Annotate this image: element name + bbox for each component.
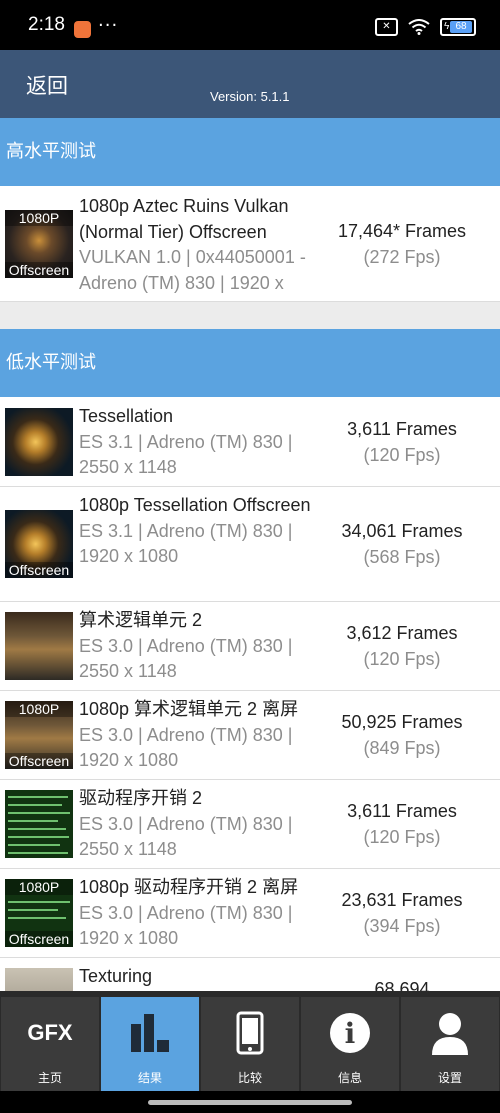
nav-home[interactable]: GFX 主页 (1, 997, 99, 1091)
test-subtitle: ES 3.1 | Adreno (TM) 830 | 2550 x 1148 (79, 431, 293, 478)
test-fps: (272 Fps) (363, 246, 441, 267)
test-row-driver-overhead-offscreen[interactable]: 1080P Offscreen 1080p 驱动程序开销 2 离屏 ES 3.0… (0, 869, 500, 958)
gesture-bar (0, 1091, 500, 1113)
test-info: 算术逻辑单元 2 ES 3.0 | Adreno (TM) 830 | 2550… (79, 608, 324, 685)
test-fps: (394 Fps) (363, 915, 441, 936)
alu-offscreen-thumbnail: 1080P Offscreen (5, 701, 73, 769)
bottom-nav: GFX 主页 结果 比较 i 信息 设置 (0, 991, 500, 1091)
nav-settings[interactable]: 设置 (401, 997, 499, 1091)
driver-overhead-thumbnail (5, 790, 73, 858)
app-notification-icon (74, 21, 91, 38)
battery-level: 68 (455, 21, 467, 32)
nav-results-label: 结果 (137, 1071, 162, 1085)
test-row-aztec[interactable]: 1080P Offscreen 1080p Aztec Ruins Vulkan… (0, 186, 500, 302)
tessellation-thumbnail (5, 408, 73, 476)
nav-home-label: 主页 (37, 1071, 62, 1085)
battery-icon: ϟ 68 (440, 18, 476, 36)
driver-overhead-offscreen-thumbnail: 1080P Offscreen (5, 879, 73, 947)
test-fps: (120 Fps) (363, 826, 441, 847)
test-row-tessellation-offscreen[interactable]: Offscreen 1080p Tessellation Offscreen E… (0, 487, 500, 602)
test-title: 1080p 算术逻辑单元 2 离屏 (79, 699, 299, 719)
thumb-tag-bottom: Offscreen (5, 562, 73, 578)
test-info: 1080p 算术逻辑单元 2 离屏 ES 3.0 | Adreno (TM) 8… (79, 697, 324, 774)
test-info: 1080p 驱动程序开销 2 离屏 ES 3.0 | Adreno (TM) 8… (79, 875, 324, 952)
test-info: 1080p Aztec Ruins Vulkan (Normal Tier) O… (79, 194, 324, 296)
thumb-tag-bottom: Offscreen (5, 753, 73, 769)
back-button[interactable]: 返回 (26, 70, 68, 100)
section-header-high: 高水平测试 (0, 118, 500, 186)
test-row-tessellation[interactable]: Tessellation ES 3.1 | Adreno (TM) 830 | … (0, 397, 500, 487)
test-title: Tessellation (79, 406, 174, 426)
test-info: Texturing (79, 964, 324, 990)
thumb-tag-top: 1080P (5, 701, 73, 717)
test-score: 3,611 Frames (120 Fps) (322, 417, 482, 468)
test-score: 3,611 Frames (120 Fps) (322, 799, 482, 850)
phone-icon (201, 1009, 299, 1057)
nav-compare-label: 比较 (237, 1071, 262, 1085)
test-subtitle: ES 3.0 | Adreno (TM) 830 | 2550 x 1148 (79, 813, 293, 860)
test-fps: (849 Fps) (363, 737, 441, 758)
test-row-alu2[interactable]: 算术逻辑单元 2 ES 3.0 | Adreno (TM) 830 | 2550… (0, 602, 500, 691)
thumb-tag-top: 1080P (5, 210, 73, 226)
test-subtitle: ES 3.0 | Adreno (TM) 830 | 2550 x 1148 (79, 635, 293, 682)
aztec-thumbnail: 1080P Offscreen (5, 210, 73, 278)
test-fps: (120 Fps) (363, 444, 441, 465)
test-subtitle: ES 3.0 | Adreno (TM) 830 | 1920 x 1080 (79, 724, 293, 771)
test-score: 23,631 Frames (394 Fps) (322, 888, 482, 939)
gfx-logo-text: GFX (27, 1020, 73, 1045)
status-time: 2:18 (28, 14, 65, 35)
test-frames: 34,061 Frames (341, 521, 463, 541)
test-title: 1080p Tessellation Offscreen (79, 495, 311, 515)
test-title: 驱动程序开销 2 (79, 788, 203, 808)
test-row-driver-overhead[interactable]: 驱动程序开销 2 ES 3.0 | Adreno (TM) 830 | 2550… (0, 780, 500, 869)
nav-info[interactable]: i 信息 (301, 997, 399, 1091)
user-icon (401, 1009, 499, 1057)
nav-settings-label: 设置 (437, 1071, 462, 1085)
nav-results[interactable]: 结果 (101, 997, 199, 1091)
alu-thumbnail (5, 612, 73, 680)
test-subtitle: ES 3.0 | Adreno (TM) 830 | 1920 x 1080 (79, 902, 293, 949)
nav-info-label: 信息 (337, 1071, 362, 1085)
version-label: Version: 5.1.1 (210, 89, 290, 104)
test-frames: 17,464* Frames (337, 221, 467, 241)
info-icon: i (301, 1009, 399, 1057)
test-frames: 23,631 Frames (341, 890, 463, 910)
test-score: 3,612 Frames (120 Fps) (322, 621, 482, 672)
wifi-icon (408, 19, 430, 35)
sim-x-icon: ✕ (375, 18, 398, 36)
nav-compare[interactable]: 比较 (201, 997, 299, 1091)
test-frames: 50,925 Frames (341, 712, 463, 732)
thumb-tag-bottom: Offscreen (5, 931, 73, 947)
test-title: 1080p Aztec Ruins Vulkan (Normal Tier) O… (79, 196, 289, 242)
tessellation-offscreen-thumbnail: Offscreen (5, 510, 73, 578)
test-info: 1080p Tessellation Offscreen ES 3.1 | Ad… (79, 493, 324, 570)
gfx-logo-icon: GFX (1, 1009, 99, 1057)
bar-chart-icon (101, 1009, 199, 1057)
test-title: 算术逻辑单元 2 (79, 610, 203, 630)
info-icon-glyph: i (345, 1017, 356, 1050)
thumb-tag-top: 1080P (5, 879, 73, 895)
test-score: 17,464* Frames (272 Fps) (322, 219, 482, 270)
test-title: Texturing (79, 966, 153, 986)
status-bar: 2:18 ··· ✕ ϟ 68 (0, 0, 500, 50)
test-frames: 3,611 Frames (347, 801, 457, 821)
status-icons: ✕ ϟ 68 (375, 18, 476, 36)
test-subtitle: ES 3.1 | Adreno (TM) 830 | 1920 x 1080 (79, 520, 293, 567)
thumb-tag-bottom: Offscreen (5, 262, 73, 278)
test-frames: 3,611 Frames (347, 419, 457, 439)
test-info: Tessellation ES 3.1 | Adreno (TM) 830 | … (79, 404, 324, 481)
test-fps: (120 Fps) (363, 648, 441, 669)
test-subtitle: VULKAN 1.0 | 0x44050001 - Adreno (TM) 83… (79, 247, 306, 293)
test-title: 1080p 驱动程序开销 2 离屏 (79, 877, 299, 897)
test-fps: (568 Fps) (363, 546, 441, 567)
test-info: 驱动程序开销 2 ES 3.0 | Adreno (TM) 830 | 2550… (79, 786, 324, 863)
section-header-low: 低水平测试 (0, 329, 500, 397)
test-frames: 3,612 Frames (346, 623, 458, 643)
app-bar: 返回 Version: 5.1.1 (0, 50, 500, 118)
home-indicator[interactable] (148, 1100, 352, 1105)
test-row-alu2-offscreen[interactable]: 1080P Offscreen 1080p 算术逻辑单元 2 离屏 ES 3.0… (0, 691, 500, 780)
test-score: 34,061 Frames (568 Fps) (322, 519, 482, 570)
test-score: 50,925 Frames (849 Fps) (322, 710, 482, 761)
more-notifications-icon: ··· (98, 15, 119, 36)
